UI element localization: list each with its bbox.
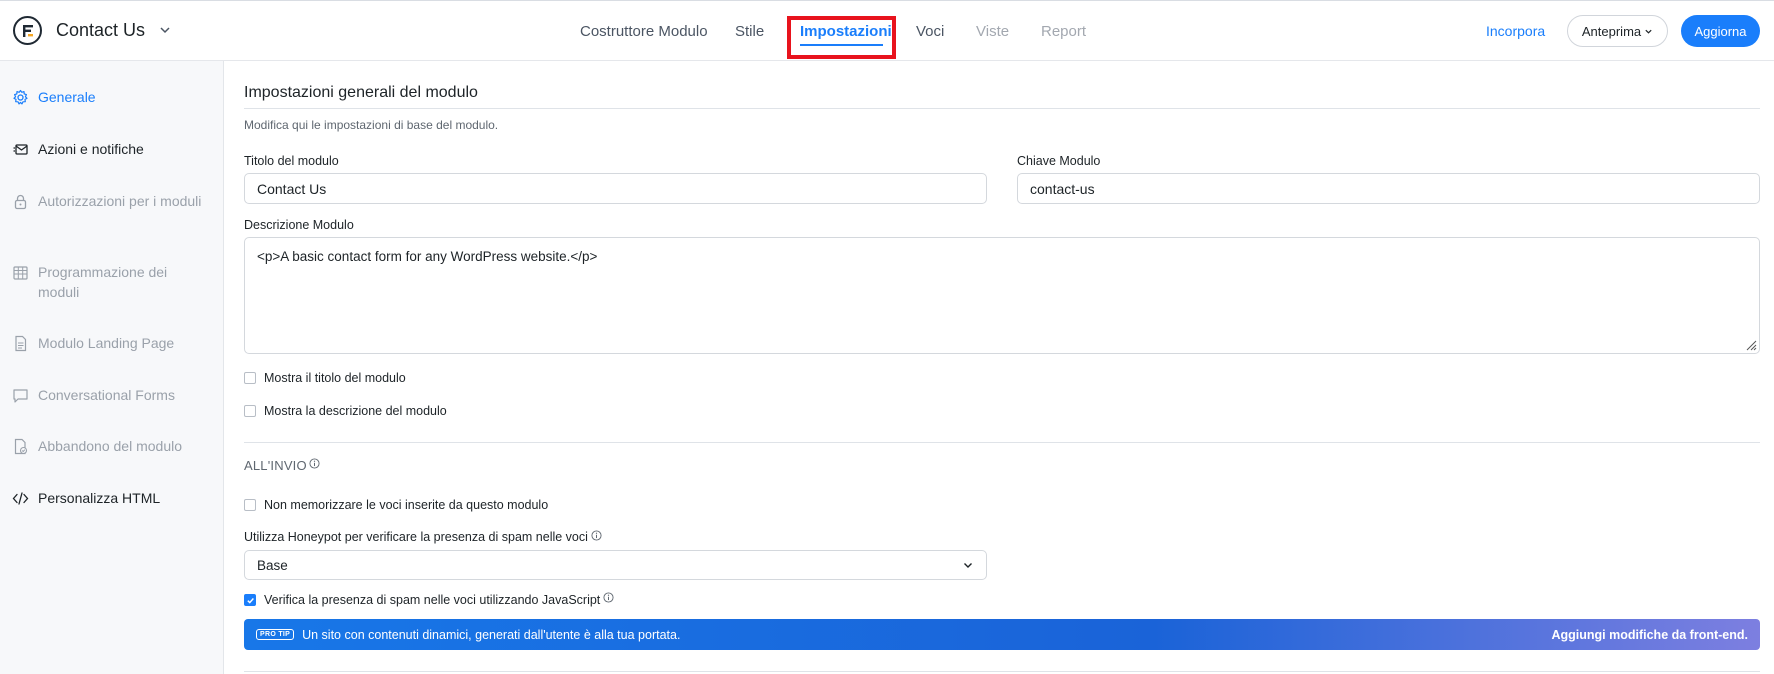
sidebar-item-label: Modulo Landing Page — [38, 335, 175, 351]
checkbox-box[interactable] — [244, 405, 256, 417]
form-key-label: Chiave Modulo — [1017, 154, 1101, 168]
embed-link[interactable]: Incorpora — [1486, 23, 1545, 39]
show-title-checkbox[interactable]: Mostra il titolo del modulo — [244, 371, 406, 385]
code-icon — [12, 490, 29, 507]
sidebar-item-label: Azioni e notifiche — [38, 141, 144, 157]
update-button[interactable]: Aggiorna — [1681, 15, 1760, 47]
description-label: Descrizione Modulo — [244, 218, 354, 232]
select-value: Base — [257, 557, 288, 573]
settings-sidebar: Generale Azioni e notifiche Autorizzazio… — [0, 61, 224, 674]
sidebar-item-conversational-forms[interactable]: Conversational Forms — [12, 385, 175, 405]
checkbox-box[interactable] — [244, 372, 256, 384]
pro-tip-badge: PRO TIP — [256, 629, 295, 640]
chevron-down-icon — [1645, 29, 1652, 34]
section-divider — [244, 671, 1760, 672]
info-icon[interactable] — [309, 458, 320, 469]
tab-reports[interactable]: Report — [1041, 23, 1086, 40]
top-bar: Contact Us Costruttore Modulo Stile Impo… — [0, 0, 1774, 61]
sidebar-item-scheduling[interactable]: Programmazione dei moduli — [12, 262, 202, 302]
divider — [244, 108, 1760, 109]
sidebar-item-label: Generale — [38, 89, 96, 105]
pro-tip-text: Un sito con contenuti dinamici, generati… — [302, 627, 681, 642]
show-description-checkbox[interactable]: Mostra la descrizione del modulo — [244, 404, 447, 418]
section-divider — [244, 442, 1760, 443]
sidebar-item-custom-html[interactable]: Personalizza HTML — [12, 488, 160, 508]
sidebar-item-label: Programmazione dei moduli — [38, 264, 168, 300]
sidebar-item-label: Abbandono del modulo — [38, 438, 183, 454]
lock-icon — [12, 193, 29, 210]
info-icon[interactable] — [591, 530, 602, 541]
calendar-icon — [12, 264, 29, 281]
sidebar-item-permissions[interactable]: Autorizzazioni per i moduli — [12, 191, 202, 211]
sidebar-item-label: Conversational Forms — [38, 387, 175, 403]
sidebar-item-label: Personalizza HTML — [38, 490, 161, 506]
checkbox-label: Mostra la descrizione del modulo — [264, 404, 447, 418]
honeypot-label-text: Utilizza Honeypot per verificare la pres… — [244, 530, 588, 544]
pro-tip-cta-link[interactable]: Aggiungi modifiche da front-end. — [1551, 628, 1748, 642]
tab-views[interactable]: Viste — [976, 23, 1009, 40]
section-title-text: ALL'INVIO — [244, 458, 307, 473]
checkbox-box[interactable] — [244, 499, 256, 511]
page-subtitle: Modifica qui le impostazioni di base del… — [244, 118, 499, 132]
page-title: Impostazioni generali del modulo — [244, 84, 478, 101]
tab-form-builder[interactable]: Costruttore Modulo — [580, 23, 708, 40]
no-store-entries-checkbox[interactable]: Non memorizzare le voci inserite da ques… — [244, 498, 548, 512]
sidebar-item-form-abandonment[interactable]: Abbandono del modulo — [12, 436, 182, 456]
active-tab-indicator — [800, 44, 883, 46]
description-text: <p>A basic contact form for any WordPres… — [257, 249, 598, 264]
sidebar-item-landing-page[interactable]: Modulo Landing Page — [12, 333, 174, 353]
checkbox-label: Mostra il titolo del modulo — [264, 371, 406, 385]
pro-tip-banner: PRO TIP Un sito con contenuti dinamici, … — [244, 619, 1760, 650]
notifications-icon — [12, 141, 29, 158]
form-title-field[interactable]: Contact Us — [244, 173, 987, 204]
info-icon[interactable] — [603, 591, 614, 603]
on-submit-section-title: ALL'INVIO — [244, 458, 320, 473]
sidebar-item-label: Autorizzazioni per i moduli — [38, 193, 202, 209]
resize-handle-icon[interactable] — [1743, 337, 1757, 351]
honeypot-label: Utilizza Honeypot per verificare la pres… — [244, 530, 602, 544]
chevron-down-icon — [964, 563, 972, 568]
document-check-icon — [12, 438, 29, 455]
gear-icon — [12, 89, 29, 106]
settings-panel: Impostazioni generali del modulo Modific… — [224, 61, 1774, 674]
form-title-label: Titolo del modulo — [244, 154, 339, 168]
tab-settings[interactable]: Impostazioni — [800, 23, 892, 40]
honeypot-select[interactable]: Base — [244, 550, 987, 580]
document-icon — [12, 335, 29, 352]
preview-button[interactable]: Anteprima — [1567, 15, 1668, 47]
description-textarea[interactable]: <p>A basic contact form for any WordPres… — [244, 237, 1760, 354]
sidebar-item-actions-notifications[interactable]: Azioni e notifiche — [12, 139, 144, 159]
tab-entries[interactable]: Voci — [916, 23, 944, 40]
sidebar-item-general[interactable]: Generale — [12, 87, 96, 107]
checkbox-label: Verifica la presenza di spam nelle voci … — [264, 593, 601, 607]
chat-bubble-icon — [12, 387, 29, 404]
form-key-field[interactable]: contact-us — [1017, 173, 1760, 204]
checkbox-label: Non memorizzare le voci inserite da ques… — [264, 498, 549, 512]
tab-style[interactable]: Stile — [735, 23, 764, 40]
preview-label: Anteprima — [1581, 23, 1642, 39]
js-spam-checkbox[interactable]: Verifica la presenza di spam nelle voci … — [244, 591, 614, 607]
checkbox-box-checked[interactable] — [244, 594, 256, 606]
